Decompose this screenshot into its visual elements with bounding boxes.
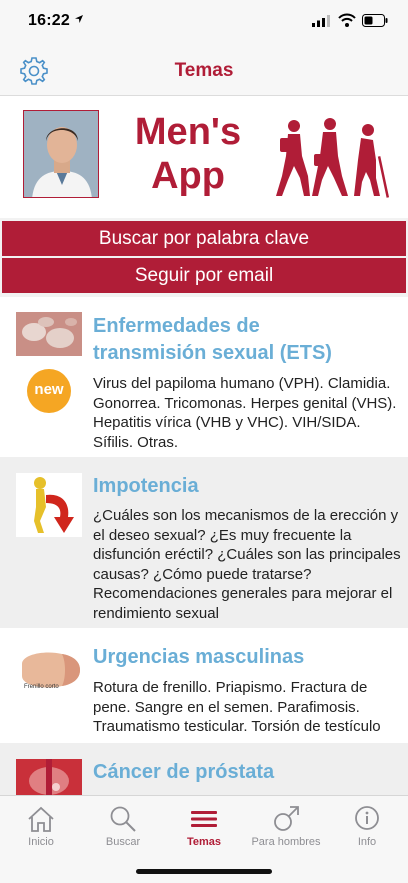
search-by-keyword-button[interactable]: Buscar por palabra clave <box>2 221 406 256</box>
home-icon <box>28 806 54 832</box>
tab-label: Info <box>357 836 377 848</box>
follow-by-email-button[interactable]: Seguir por email <box>2 258 406 293</box>
topic-title: Enfermedades de transmisión sexual (ETS) <box>93 313 332 367</box>
frenulum-caption: Frenillo corto <box>24 684 59 690</box>
topic-description: Virus del papiloma humano (VPH). Clamidi… <box>93 375 397 451</box>
wifi-icon <box>338 13 356 27</box>
tab-label: Inicio <box>28 836 54 848</box>
cellular-signal-icon <box>312 15 330 27</box>
doctor-photo <box>23 110 99 198</box>
tab-label: Temas <box>186 836 222 848</box>
male-symbol-icon <box>274 806 299 831</box>
topic-item-urgencias[interactable]: Frenillo corto Urgencias masculinas Rotu… <box>0 628 408 743</box>
topic-title: Impotencia <box>93 475 199 497</box>
app-banner: Men's App <box>0 96 408 218</box>
home-indicator[interactable] <box>136 869 272 874</box>
app-name: Men's App <box>120 110 256 198</box>
app-name-line-1: Men's <box>134 111 242 153</box>
tab-label: Buscar <box>105 836 141 848</box>
skin-lesion-image <box>16 312 82 356</box>
topic-title: Urgencias masculinas <box>93 646 305 668</box>
new-badge-label: new <box>34 381 64 398</box>
location-arrow-icon <box>75 15 83 23</box>
tab-label: Para hombres <box>251 836 321 848</box>
topic-item-cancer-prostata[interactable]: Cáncer de próstata <box>0 743 408 795</box>
page-title: Temas <box>174 60 234 81</box>
search-icon <box>110 806 136 832</box>
tab-para-hombres[interactable]: Para hombres <box>245 796 327 856</box>
status-time: 16:22 <box>28 12 70 29</box>
battery-icon <box>362 14 388 27</box>
new-badge: new <box>27 369 71 413</box>
list-icon <box>191 811 217 827</box>
topic-description: ¿Cuáles son los mecanismos de la erecció… <box>93 507 401 622</box>
topic-item-ets[interactable]: new Enfermedades de transmisión sexual (… <box>0 297 408 457</box>
status-bar: 16:22 <box>0 0 408 44</box>
topic-description: Rotura de frenillo. Priapismo. Fractura … <box>93 679 381 735</box>
topic-item-impotencia[interactable]: Impotencia ¿Cuáles son los mecanismos de… <box>0 457 408 628</box>
prostate-illustration-image <box>16 759 82 795</box>
topic-title: Cáncer de próstata <box>93 761 275 783</box>
navigation-bar: Temas <box>0 44 408 96</box>
tab-temas[interactable]: Temas <box>163 796 245 856</box>
info-icon <box>355 806 379 830</box>
aging-men-logo-icon <box>276 118 390 198</box>
app-name-line-2: App <box>151 155 225 197</box>
tab-inicio[interactable]: Inicio <box>0 796 82 856</box>
tab-buscar[interactable]: Buscar <box>82 796 164 856</box>
topic-title-line-2: transmisión sexual (ETS) <box>93 342 332 364</box>
tab-info[interactable]: Info <box>326 796 408 856</box>
impotence-figure-image <box>16 473 82 537</box>
topic-title-line-1: Enfermedades de <box>93 315 260 337</box>
